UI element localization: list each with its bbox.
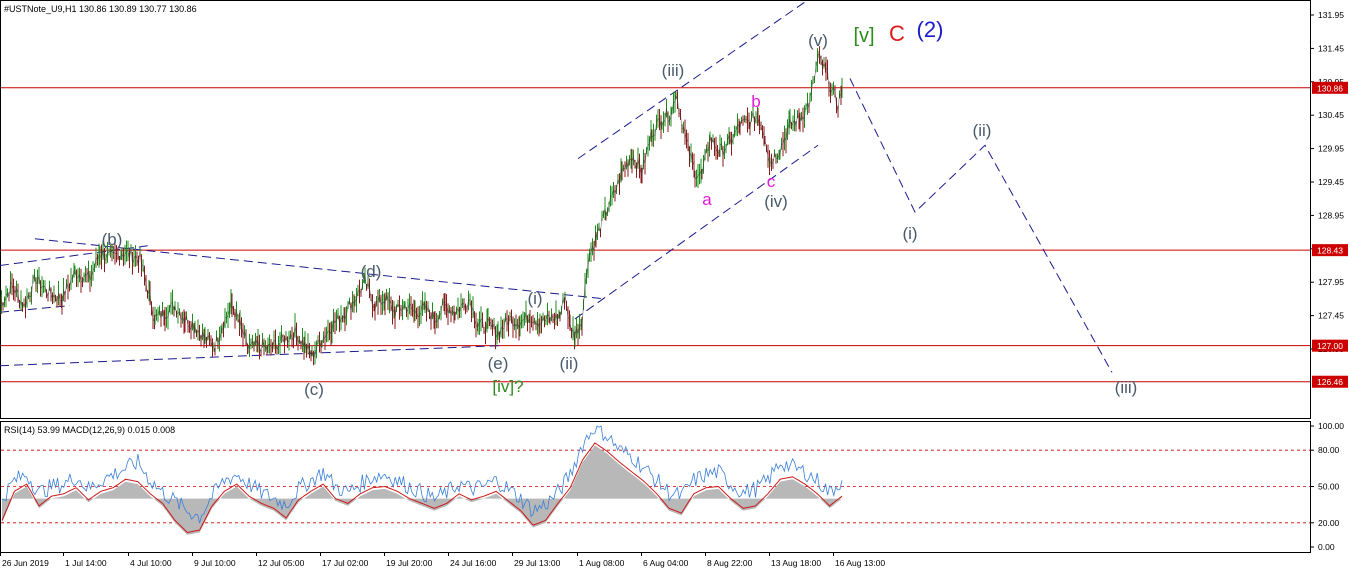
time-axis[interactable]: 26 Jun 2019 1 Jul 14:00 4 Jul 10:00 9 Jul 1…	[0, 552, 886, 568]
chart-canvas: (b) (c) (d) (e) [iv]? (i) (ii) (iii) a b c(iv) (v) […	[0, 0, 1348, 568]
level-price-tag-label: 127.00	[1317, 341, 1343, 351]
wave-label: (i)	[527, 289, 542, 308]
wave-label: (2)	[917, 17, 944, 42]
price-tick-label: 131.95	[1318, 10, 1344, 20]
time-tick-label: 4 Jul 10:00	[130, 558, 172, 568]
price-tick-label: 131.45	[1318, 43, 1344, 53]
chart-window: (b) (c) (d) (e) [iv]? (i) (ii) (iii) a b c (iv) (v) […	[0, 0, 1362, 575]
wave-label: (iv)	[764, 192, 788, 211]
wave-label: (b)	[102, 230, 123, 249]
wave-label: [v]	[853, 25, 874, 47]
symbol-header: #USTNote_U9,H1 130.86 130.89 130.77 130.…	[4, 4, 197, 14]
indicator-tick-label: 80.00	[1318, 445, 1340, 455]
price-tick-label: 130.45	[1318, 110, 1344, 120]
level-price-tag-label: 128.43	[1317, 246, 1343, 256]
time-tick-label: 19 Jul 20:00	[386, 558, 433, 568]
wave-label: a	[702, 190, 712, 209]
main-chart-frame	[0, 0, 1311, 419]
indicator-tick-label: 0.00	[1318, 542, 1335, 552]
level-price-tags: 130.86 128.43 127.00 126.46	[1312, 81, 1348, 388]
wave-label: (ii)	[973, 121, 992, 140]
wave-label: (d)	[361, 262, 382, 281]
indicator-header: RSI(14) 53.99 MACD(12,26,9) 0.015 0.008	[4, 425, 175, 435]
wave-label: b	[751, 92, 760, 111]
time-tick-label: 1 Aug 08:00	[579, 558, 625, 568]
price-tick-label: 129.95	[1318, 144, 1344, 154]
price-tick-label: 128.95	[1318, 210, 1344, 220]
time-tick-label: 9 Jul 10:00	[194, 558, 236, 568]
wave-label: [iv]?	[492, 377, 523, 396]
time-tick-label: 6 Aug 04:00	[643, 558, 689, 568]
indicator-tick-label: 100.00	[1318, 421, 1344, 431]
time-tick-label: 16 Aug 13:00	[835, 558, 885, 568]
price-axis[interactable]: 131.95131.45130.95130.45129.95129.45128.…	[1310, 10, 1344, 354]
time-tick-label: 12 Jul 05:00	[258, 558, 305, 568]
time-tick-label: 17 Jul 02:00	[322, 558, 369, 568]
price-tick-label: 127.95	[1318, 277, 1344, 287]
price-tick-label: 127.45	[1318, 311, 1344, 321]
time-tick-label: 1 Jul 14:00	[65, 558, 107, 568]
wave-label: (c)	[304, 380, 324, 399]
wave-label: (e)	[488, 354, 509, 373]
level-price-tag-label: 126.46	[1317, 377, 1343, 387]
wave-label: C	[889, 21, 905, 46]
level-price-tag-label: 130.86	[1317, 83, 1343, 93]
indicator-tick-label: 50.00	[1318, 482, 1340, 492]
time-tick-label: 8 Aug 22:00	[707, 558, 753, 568]
wave-label: (i)	[902, 224, 917, 243]
time-tick-label: 24 Jul 16:00	[450, 558, 497, 568]
indicator-tick-label: 20.00	[1318, 518, 1340, 528]
time-tick-label: 13 Aug 18:00	[771, 558, 821, 568]
wave-label: (iii)	[662, 61, 685, 80]
price-tick-label: 129.45	[1318, 177, 1344, 187]
indicator-axis[interactable]: 100.00 80.00 50.00 20.00 0.00	[1310, 421, 1344, 552]
wave-label: (v)	[808, 31, 828, 50]
time-tick-label: 29 Jul 13:00	[514, 558, 561, 568]
time-tick-label: 26 Jun 2019	[2, 558, 49, 568]
wave-label: c	[767, 172, 776, 191]
wave-label: (iii)	[1115, 378, 1138, 397]
wave-label: (ii)	[560, 354, 579, 373]
